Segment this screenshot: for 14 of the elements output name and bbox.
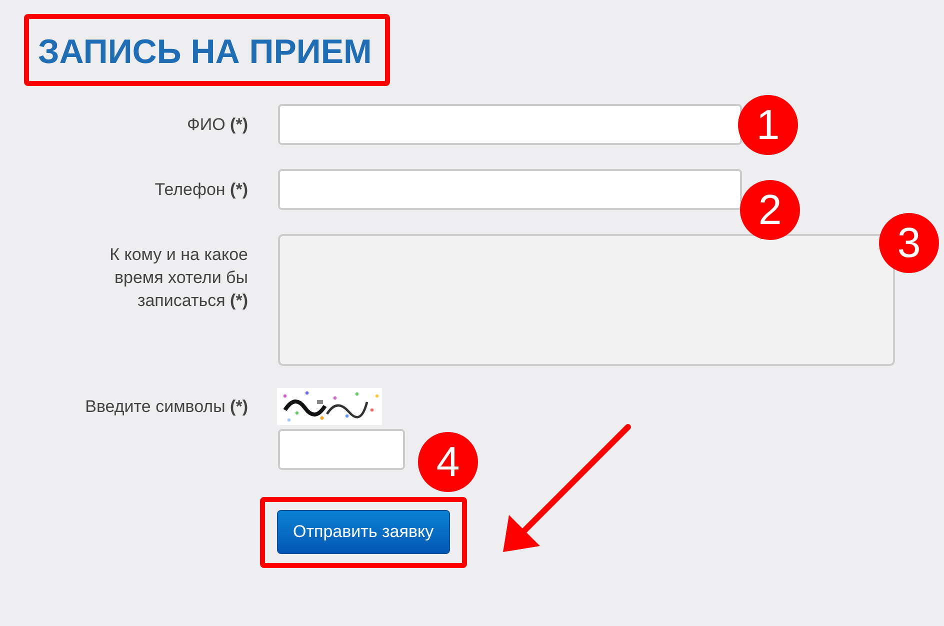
field-label: Телефон (*)	[154, 179, 248, 201]
submit-button[interactable]: Отправить заявку	[277, 510, 450, 554]
step-number-badge: 1	[738, 95, 798, 155]
input-field[interactable]	[278, 429, 405, 470]
step-number-badge: 3	[879, 213, 939, 273]
page-title: ЗАПИСЬ НА ПРИЕМ	[38, 32, 372, 72]
step-number-badge: 2	[740, 180, 800, 240]
input-field[interactable]	[278, 234, 895, 366]
field-label: Введите символы (*)	[84, 396, 248, 418]
input-field[interactable]	[278, 169, 742, 210]
field-label: К кому и на какое время хотели бы записаться (*)	[108, 244, 248, 312]
input-field[interactable]	[278, 104, 742, 145]
step-number-badge: 4	[418, 432, 478, 492]
field-label: ФИО (*)	[186, 114, 248, 136]
